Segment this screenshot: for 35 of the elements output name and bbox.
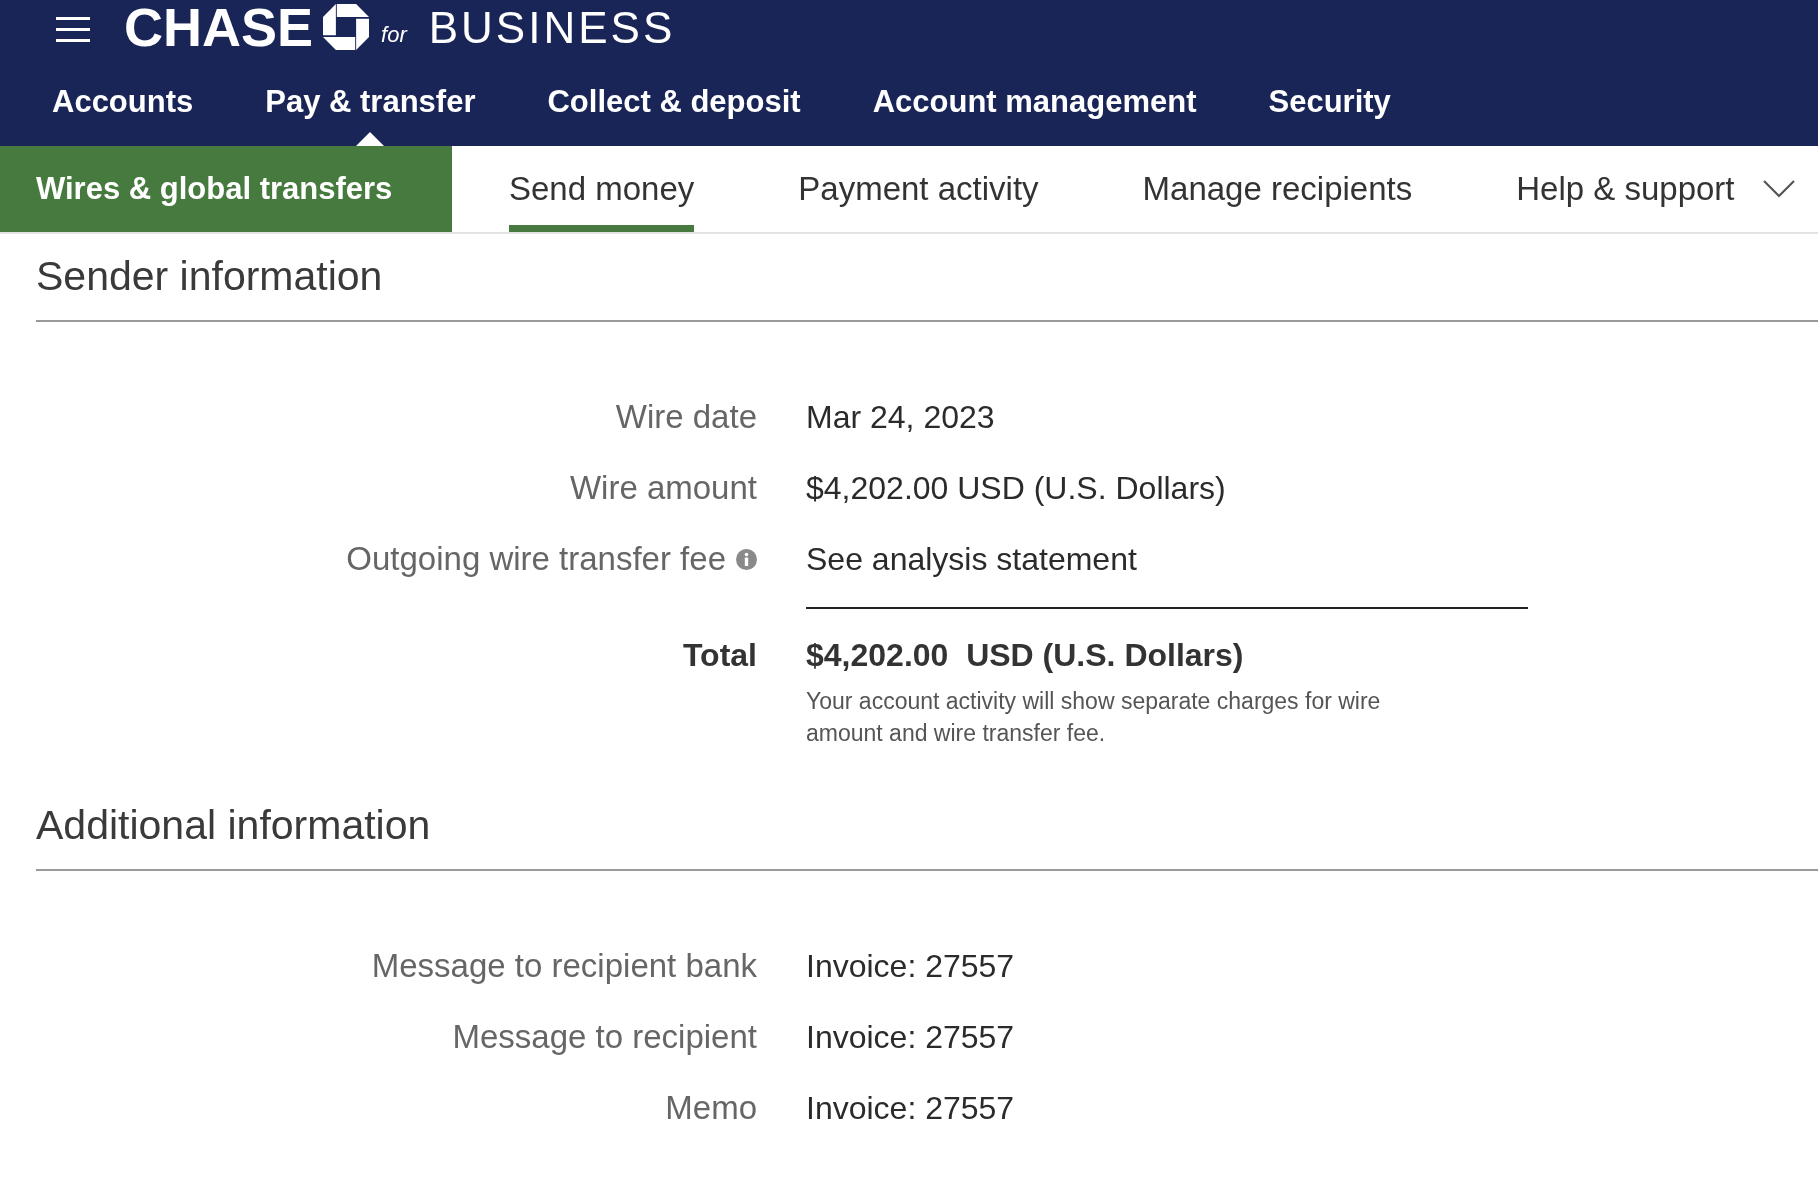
nav-tab[interactable]: Security bbox=[1268, 82, 1391, 146]
subnav-tab[interactable]: Manage recipients bbox=[1142, 146, 1413, 232]
field-label: Message to recipient bbox=[452, 1017, 757, 1057]
field-label: Message to recipient bank bbox=[371, 946, 757, 986]
subnav-tab[interactable]: Payment activity bbox=[798, 146, 1039, 232]
field-label: Memo bbox=[665, 1088, 757, 1128]
field-label: Wire date bbox=[615, 397, 757, 437]
info-icon[interactable] bbox=[736, 548, 757, 570]
pointer-icon bbox=[356, 132, 385, 146]
section-tab[interactable]: Wires & global transfers bbox=[0, 146, 452, 232]
nav-tab[interactable]: Account management bbox=[872, 82, 1197, 146]
field-value: Invoice: 27557 bbox=[806, 1018, 1015, 1057]
field-value: $4,202.00 USD (U.S. Dollars) bbox=[806, 469, 1226, 508]
nav-tab[interactable]: Accounts bbox=[52, 82, 194, 146]
menu-icon[interactable] bbox=[56, 17, 90, 42]
field-value: See analysis statement bbox=[806, 540, 1137, 579]
subnav-tab[interactable]: Send money bbox=[509, 146, 695, 232]
total-label: Total bbox=[682, 636, 757, 675]
nav-tab[interactable]: Pay & transfer bbox=[265, 82, 476, 146]
nav-tab[interactable]: Collect & deposit bbox=[547, 82, 801, 146]
section-title: Sender information bbox=[36, 252, 384, 301]
field-value: Invoice: 27557 bbox=[806, 1089, 1015, 1128]
dropdown-tab[interactable]: Help & support bbox=[1516, 146, 1795, 232]
octagon-logo-icon bbox=[323, 4, 370, 50]
field-label: Wire amount bbox=[569, 468, 757, 508]
total-note: Your account activity will show separate charges for wire amount and wire transfer fee. bbox=[806, 687, 1382, 748]
field-value: Invoice: 27557 bbox=[806, 947, 1015, 986]
field-value: Mar 24, 2023 bbox=[806, 398, 995, 437]
field-label: Outgoing wire transfer fee bbox=[346, 539, 726, 579]
tagline-prefix: for bbox=[381, 24, 407, 46]
section-title: Additional information bbox=[36, 801, 432, 850]
brand-name: CHASE bbox=[124, 4, 314, 50]
chevron-down-icon bbox=[1762, 180, 1795, 198]
tagline: BUSINESS bbox=[428, 8, 676, 48]
total-value: $4,202.00 USD (U.S. Dollars) bbox=[806, 636, 1245, 675]
